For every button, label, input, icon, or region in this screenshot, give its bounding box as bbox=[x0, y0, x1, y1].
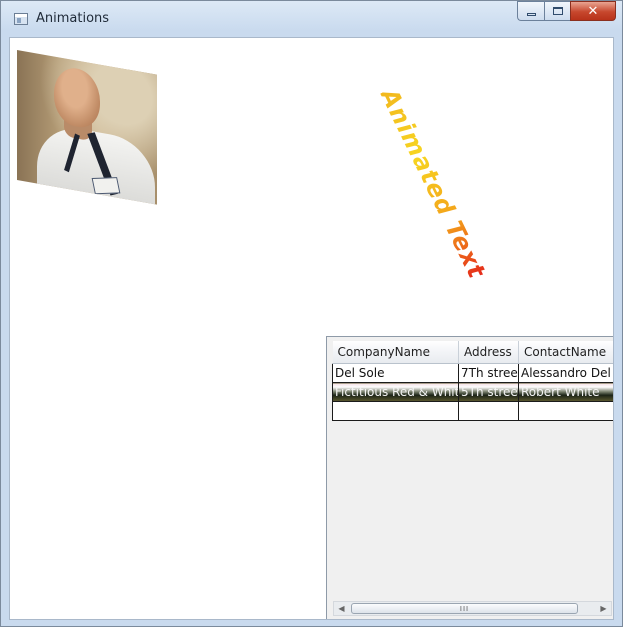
table-row[interactable]: Fictitious Red & White 5Th street Robert… bbox=[332, 382, 613, 402]
column-header-companyname[interactable]: CompanyName bbox=[332, 341, 459, 364]
horizontal-scrollbar[interactable]: ◀ III ▶ bbox=[333, 601, 612, 616]
scroll-left-icon[interactable]: ◀ bbox=[334, 602, 349, 615]
minimize-icon bbox=[526, 12, 536, 16]
close-button[interactable]: ✕ bbox=[570, 1, 616, 21]
cell-companyname[interactable] bbox=[332, 401, 459, 421]
maximize-icon bbox=[552, 7, 563, 15]
cell-contactname[interactable] bbox=[518, 401, 613, 421]
cell-companyname[interactable]: Fictitious Red & White bbox=[332, 382, 459, 402]
grip-icon: III bbox=[459, 604, 470, 613]
column-header-address[interactable]: Address bbox=[458, 341, 519, 364]
window-content: Animated Text CompanyName Address Contac… bbox=[9, 37, 614, 620]
close-icon: ✕ bbox=[587, 3, 599, 19]
new-row-placeholder[interactable] bbox=[332, 401, 613, 421]
cell-companyname[interactable]: Del Sole bbox=[332, 363, 459, 383]
title-bar[interactable]: Animations ✕ bbox=[1, 1, 622, 37]
column-header-contactname[interactable]: ContactName bbox=[518, 341, 613, 364]
caption-buttons: ✕ bbox=[517, 1, 616, 23]
window-title: Animations bbox=[36, 11, 110, 26]
skewed-photo bbox=[17, 50, 157, 205]
scroll-right-icon[interactable]: ▶ bbox=[596, 602, 611, 615]
animated-text: Animated Text bbox=[374, 84, 492, 284]
photo-frame bbox=[17, 50, 157, 206]
cell-address[interactable]: 7Th street bbox=[458, 363, 519, 383]
maximize-button[interactable] bbox=[544, 1, 570, 21]
cell-address[interactable]: 5Th street bbox=[458, 382, 519, 402]
cell-contactname[interactable]: Alessandro Del Sole bbox=[518, 363, 613, 383]
data-grid-table: CompanyName Address ContactName Del Sole… bbox=[332, 341, 613, 421]
app-icon[interactable] bbox=[14, 13, 28, 25]
scrollbar-thumb[interactable]: III bbox=[351, 603, 578, 614]
table-row[interactable]: Del Sole 7Th street Alessandro Del Sole bbox=[332, 363, 613, 383]
minimize-button[interactable] bbox=[517, 1, 544, 21]
cell-address[interactable] bbox=[458, 401, 519, 421]
cell-contactname[interactable]: Robert White bbox=[518, 382, 613, 402]
app-window: Animations ✕ Animated Text CompanyName A… bbox=[0, 0, 623, 627]
header-row: CompanyName Address ContactName bbox=[332, 341, 613, 364]
data-grid[interactable]: CompanyName Address ContactName Del Sole… bbox=[326, 336, 613, 619]
